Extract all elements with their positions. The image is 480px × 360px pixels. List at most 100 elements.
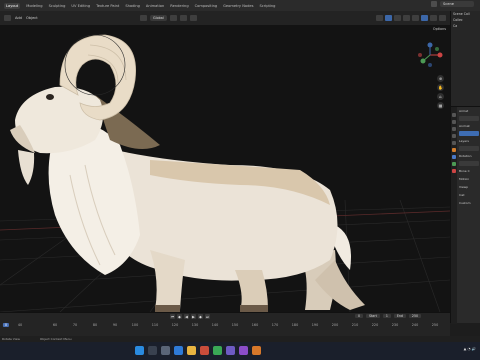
outliner-camera[interactable]: Ca	[451, 23, 480, 29]
material-shading-icon[interactable]	[430, 15, 437, 21]
ram-model[interactable]	[10, 34, 365, 312]
os-taskbar: ▲ ◔ 🔊	[0, 342, 480, 360]
discord-icon[interactable]	[226, 346, 235, 355]
scene-selector[interactable]: Scene	[440, 1, 474, 7]
chrome-icon[interactable]	[213, 346, 222, 355]
rotation-section[interactable]: Rotation	[458, 152, 480, 160]
camera-view-icon[interactable]: ⌂	[437, 93, 444, 100]
play-icon[interactable]: ▶	[191, 314, 196, 319]
next-keyframe-icon[interactable]: ◆	[198, 314, 203, 319]
tab-geometry-nodes[interactable]: Geometry Nodes	[223, 4, 253, 8]
wireframe-shading-icon[interactable]	[412, 15, 419, 21]
ruler-tick: 150	[231, 323, 239, 327]
tab-texture-paint[interactable]: Texture Paint	[96, 4, 119, 8]
blender-icon[interactable]	[252, 346, 261, 355]
pivot-icon[interactable]	[169, 15, 177, 21]
viewport-canvas	[0, 34, 450, 312]
playback-controls: ⏮ ◆ ◀ ▶ ◆ ⏭	[170, 314, 210, 319]
tab-compositing[interactable]: Compositing	[195, 4, 218, 8]
timeline-controls: ⏮ ◆ ◀ ▶ ◆ ⏭ 0 Start 1 End 250	[0, 313, 450, 321]
tab-layout[interactable]: Layout	[4, 2, 21, 9]
ruler-tick: 250	[431, 323, 439, 327]
tab-rendering[interactable]: Rendering	[170, 4, 188, 8]
layers-section[interactable]: Layers	[458, 137, 480, 145]
system-tray[interactable]: ▲ ◔ 🔊	[464, 347, 476, 351]
transform-orientation-dropdown[interactable]: Global	[150, 15, 167, 21]
xray-icon[interactable]	[403, 15, 410, 21]
frame-range: 0 Start 1 End 250	[355, 314, 422, 318]
store-icon[interactable]	[200, 346, 209, 355]
output-tab-icon[interactable]	[452, 127, 456, 131]
modifier-tab-icon[interactable]	[452, 155, 456, 159]
tab-shading[interactable]: Shading	[125, 4, 140, 8]
frame-ruler[interactable]: 0 40 60 70 80 90 100 110 120 130 140 150…	[0, 322, 450, 329]
properties-panel: Armat Animat Layers Rotation Bone C Moti…	[450, 106, 480, 324]
proportional-edit-icon[interactable]	[189, 15, 197, 21]
navigation-gizmo[interactable]	[414, 39, 446, 71]
zoom-icon[interactable]: ⊕	[437, 75, 444, 82]
armature-name-field[interactable]	[459, 116, 479, 121]
rendered-shading-icon[interactable]	[439, 15, 446, 21]
viewport-header: Add Object Global	[0, 11, 450, 25]
edge-browser-icon[interactable]	[174, 346, 183, 355]
play-reverse-icon[interactable]: ◀	[184, 314, 189, 319]
material-tab-icon[interactable]	[452, 169, 456, 173]
render-tab-icon[interactable]	[452, 120, 456, 124]
animation-section[interactable]: Animat	[458, 122, 480, 130]
add-menu[interactable]: Add	[15, 16, 22, 20]
grid-perspective-icon[interactable]: ▦	[437, 102, 444, 109]
windows-start-icon[interactable]	[135, 346, 144, 355]
gizmo-toggle-icon[interactable]	[385, 15, 392, 21]
object-menu[interactable]: Object	[26, 16, 38, 20]
tool-tab-icon[interactable]	[452, 113, 456, 117]
ruler-tick: 230	[391, 323, 399, 327]
x-axis-ball[interactable]	[437, 52, 443, 58]
z-axis-ball[interactable]	[427, 42, 433, 48]
armature-data-tab-icon[interactable]	[452, 162, 456, 166]
bone-collections-section[interactable]: Bone C	[458, 167, 480, 175]
prev-keyframe-icon[interactable]: ◆	[177, 314, 182, 319]
properties-tabs	[451, 107, 457, 324]
ruler-tick: 110	[151, 323, 159, 327]
instancing-section[interactable]: Inst	[458, 191, 480, 199]
ruler-tick: 0	[2, 323, 10, 327]
tab-modeling[interactable]: Modeling	[26, 4, 42, 8]
pose-position-field[interactable]	[459, 131, 479, 136]
custom-properties-section[interactable]: Custom	[458, 199, 480, 207]
solid-shading-icon[interactable]	[421, 15, 428, 21]
editor-type-icon[interactable]	[4, 15, 11, 21]
status-context-menu: Object Context Menu	[39, 337, 72, 341]
rotation-field[interactable]	[459, 161, 479, 166]
task-view-icon[interactable]	[161, 346, 170, 355]
jump-end-icon[interactable]: ⏭	[205, 314, 210, 319]
tab-sculpting[interactable]: Sculpting	[49, 4, 66, 8]
ruler-tick: 60	[52, 323, 58, 327]
layers-field[interactable]	[459, 146, 479, 151]
timeline-editor: ⏮ ◆ ◀ ▶ ◆ ⏭ 0 Start 1 End 250 0 40 60 70…	[0, 312, 450, 336]
options-dropdown[interactable]: Options	[433, 27, 446, 31]
pan-hand-icon[interactable]: ✋	[437, 84, 444, 91]
y-axis-ball[interactable]	[420, 58, 426, 64]
motion-paths-section[interactable]: Motion	[458, 175, 480, 183]
visibility-icon[interactable]	[376, 15, 383, 21]
end-frame-field[interactable]: 250	[408, 314, 422, 318]
tab-scripting[interactable]: Scripting	[259, 4, 275, 8]
ruler-tick: 170	[271, 323, 279, 327]
tab-animation[interactable]: Animation	[146, 4, 164, 8]
object-tab-icon[interactable]	[452, 148, 456, 152]
current-frame-field[interactable]: 0	[355, 314, 364, 318]
scene-tab-icon[interactable]	[452, 141, 456, 145]
jump-start-icon[interactable]: ⏮	[170, 314, 175, 319]
overlay-icon[interactable]	[394, 15, 401, 21]
ruler-tick: 190	[311, 323, 319, 327]
search-icon[interactable]	[148, 346, 157, 355]
snap-icon[interactable]	[179, 15, 187, 21]
app-icon[interactable]	[239, 346, 248, 355]
file-explorer-icon[interactable]	[187, 346, 196, 355]
start-frame-field[interactable]: 1	[382, 314, 391, 318]
view-layer-tab-icon[interactable]	[452, 134, 456, 138]
viewport-display-section[interactable]: Viewp	[458, 183, 480, 191]
tab-uv-editing[interactable]: UV Editing	[71, 4, 90, 8]
3d-viewport[interactable]: Options ⊕ ✋ ⌂ ▦	[0, 25, 450, 312]
viewport-shading-controls	[376, 15, 446, 21]
